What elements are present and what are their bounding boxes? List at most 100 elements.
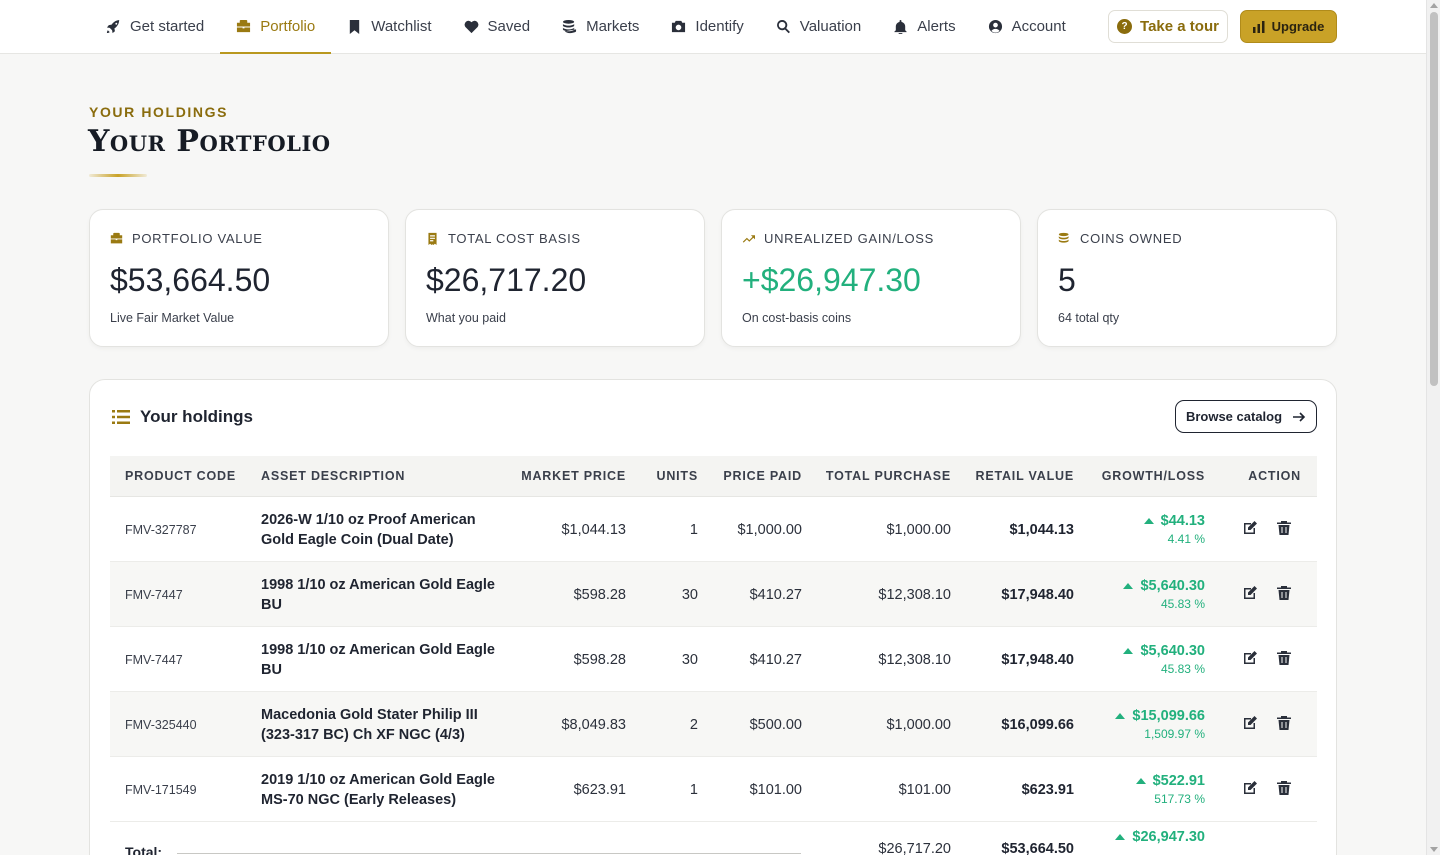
col-total-purchase[interactable]: TOTAL PURCHASE [826, 469, 951, 483]
search-icon [776, 19, 790, 34]
table-row[interactable]: FMV-327787 2026-W 1/10 oz Proof American G… [110, 497, 1317, 562]
total-retail-value: $53,664.50 [1001, 840, 1074, 855]
scroll-thumb[interactable] [1430, 12, 1438, 386]
product-code: FMV-327787 [125, 522, 197, 537]
edit-button[interactable] [1242, 780, 1260, 798]
page-title: Your Portfolio [88, 124, 331, 159]
nav-label: Saved [487, 18, 531, 35]
stat-card-cost-basis: TOTAL COST BASIS $26,717.20 What you pai… [405, 209, 705, 347]
nav-item-valuation[interactable]: Valuation [760, 0, 877, 53]
col-product-code[interactable]: PRODUCT CODE [125, 469, 236, 483]
delete-button[interactable] [1276, 715, 1294, 733]
page-eyebrow: YOUR HOLDINGS [89, 104, 229, 120]
edit-icon [1242, 716, 1258, 735]
edit-icon [1242, 521, 1258, 540]
table-header: PRODUCT CODE ASSET DESCRIPTION MARKET PR… [110, 456, 1317, 497]
up-arrow-icon [1135, 778, 1146, 784]
camera-icon [672, 20, 686, 33]
nav-item-saved[interactable]: Saved [448, 0, 547, 53]
delete-button[interactable] [1276, 585, 1294, 603]
list-icon [112, 410, 130, 424]
col-units[interactable]: UNITS [657, 469, 699, 483]
asset-description-line1: 2019 1/10 oz American Gold Eagle [261, 771, 495, 788]
growth-percent: 1,509.97 % [1144, 727, 1205, 741]
total-divider [177, 853, 801, 854]
holdings-title: Your holdings [140, 407, 254, 426]
delete-button[interactable] [1276, 650, 1294, 668]
top-navigation: Get started Portfolio Watchlist Saved Ma… [0, 0, 1426, 54]
nav-items: Get started Portfolio Watchlist Saved Ma… [90, 0, 1082, 54]
upgrade-button[interactable]: Upgrade [1240, 10, 1337, 43]
page-scrollbar[interactable] [1426, 0, 1440, 855]
stat-label: UNREALIZED GAIN/LOSS [742, 231, 934, 246]
nav-label: Identify [695, 18, 744, 35]
total-purchase: $1,000.00 [886, 521, 951, 538]
total-purchase: $12,308.10 [878, 586, 951, 603]
product-code: FMV-7447 [125, 652, 183, 667]
stat-value: 5 [1058, 262, 1076, 298]
asset-description[interactable]: Macedonia Gold Stater Philip III (323-317… [261, 692, 501, 757]
product-code: FMV-171549 [125, 782, 197, 797]
trash-icon [1276, 651, 1292, 670]
total-purchase: $101.00 [898, 781, 951, 798]
question-icon: ? [1117, 19, 1133, 34]
asset-description[interactable]: 2026-W 1/10 oz Proof American Gold Eagle … [261, 497, 501, 562]
col-asset-description[interactable]: ASSET DESCRIPTION [261, 469, 405, 483]
total-purchase: $26,717.20 [878, 840, 951, 855]
up-arrow-icon [1143, 518, 1154, 524]
col-growth-loss[interactable]: GROWTH/LOSS [1102, 469, 1205, 483]
edit-button[interactable] [1242, 715, 1260, 733]
asset-description[interactable]: 1998 1/10 oz American Gold Eagle BU [261, 627, 501, 692]
nav-label: Alerts [917, 18, 956, 35]
asset-description[interactable]: 2019 1/10 oz American Gold Eagle MS-70 NG… [261, 757, 501, 822]
browse-catalog-button[interactable]: Browse catalog [1175, 400, 1317, 433]
scroll-down-arrow[interactable] [1430, 847, 1438, 852]
total-growth-amount: $26,947.30 [1132, 828, 1205, 845]
market-price: $598.28 [573, 651, 626, 668]
market-price: $8,049.83 [561, 716, 626, 733]
scroll-up-arrow[interactable] [1430, 3, 1438, 8]
edit-button[interactable] [1242, 520, 1260, 538]
up-arrow-icon [1123, 648, 1134, 654]
stat-card-coins-owned: COINS OWNED 5 64 total qty [1037, 209, 1337, 347]
asset-description[interactable]: 1998 1/10 oz American Gold Eagle BU [261, 562, 501, 627]
edit-button[interactable] [1242, 650, 1260, 668]
price-paid: $1,000.00 [737, 521, 802, 538]
nav-label: Get started [130, 18, 205, 35]
nav-item-get-started[interactable]: Get started [90, 0, 220, 53]
nav-item-watchlist[interactable]: Watchlist [331, 0, 447, 53]
coins-icon [563, 19, 577, 34]
units: 1 [689, 521, 698, 538]
trash-icon [1276, 716, 1292, 735]
col-retail-value[interactable]: RETAIL VALUE [976, 469, 1075, 483]
stat-label: TOTAL COST BASIS [426, 231, 581, 246]
take-tour-button[interactable]: ? Take a tour [1108, 10, 1228, 43]
delete-button[interactable] [1276, 520, 1294, 538]
stat-label-text: UNREALIZED GAIN/LOSS [764, 231, 935, 246]
asset-description-line2: BU [261, 596, 282, 613]
table-row[interactable]: FMV-325440 Macedonia Gold Stater Philip I… [110, 692, 1317, 757]
receipt-icon [428, 232, 437, 245]
growth-loss: $44.13 4.41 % [1143, 497, 1205, 562]
table-row[interactable]: FMV-7447 1998 1/10 oz American Gold Eagle… [110, 562, 1317, 627]
delete-button[interactable] [1276, 780, 1294, 798]
nav-item-account[interactable]: Account [972, 0, 1082, 53]
briefcase-icon [110, 232, 123, 244]
growth-percent: 4.41 % [1167, 532, 1205, 546]
nav-item-portfolio[interactable]: Portfolio [220, 0, 332, 54]
table-row[interactable]: FMV-7447 1998 1/10 oz American Gold Eagle… [110, 627, 1317, 692]
nav-item-markets[interactable]: Markets [546, 0, 655, 53]
nav-label: Portfolio [260, 18, 316, 35]
nav-item-identify[interactable]: Identify [655, 0, 759, 53]
stat-value: $26,717.20 [426, 262, 587, 298]
bookmark-icon [350, 19, 360, 34]
nav-item-alerts[interactable]: Alerts [877, 0, 971, 53]
growth-percent: 45.83 % [1160, 662, 1205, 676]
col-market-price[interactable]: MARKET PRICE [521, 469, 626, 483]
stat-label: COINS OWNED [1058, 231, 1182, 246]
arrow-right-icon [1293, 411, 1306, 422]
edit-button[interactable] [1242, 585, 1260, 603]
stat-label-text: COINS OWNED [1080, 231, 1183, 246]
up-arrow-icon [1123, 583, 1134, 589]
col-price-paid[interactable]: PRICE PAID [723, 469, 802, 483]
